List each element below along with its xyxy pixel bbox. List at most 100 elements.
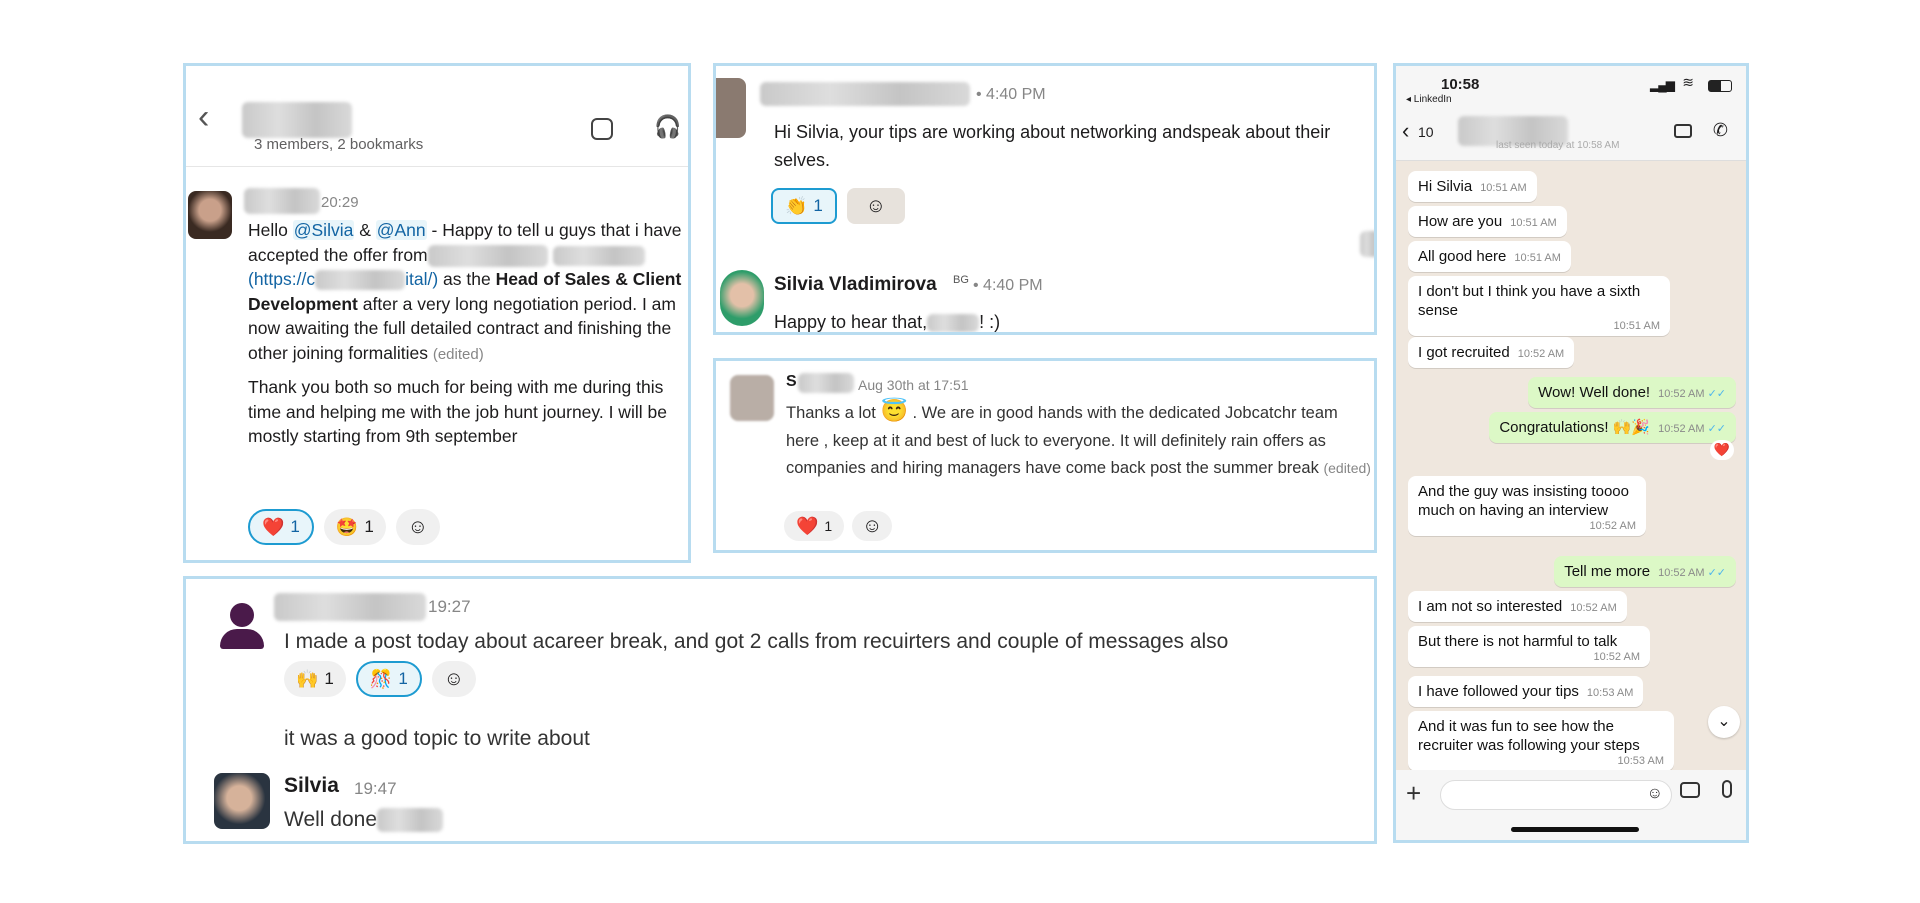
reaction-clap[interactable]: 👏 1	[771, 188, 837, 224]
header-subtitle: 3 members, 2 bookmarks	[254, 136, 424, 153]
chat-message[interactable]: And it was fun to see how the recruiter …	[1408, 711, 1674, 771]
user-silhouette-body	[220, 629, 264, 649]
sender-name[interactable]: Silvia	[284, 774, 339, 798]
reaction-star-struck[interactable]: 🤩 1	[323, 509, 386, 545]
message-text: And the guy was insisting toooo much on …	[1418, 483, 1629, 519]
reaction-heart[interactable]: ❤️ 1	[784, 511, 845, 541]
redacted-sender-name	[798, 373, 854, 393]
confetti-icon: 🎊	[369, 668, 393, 689]
chat-message[interactable]: All good here 10:51 AM	[1408, 241, 1571, 272]
message-text-2: it was a good topic to write about	[284, 727, 590, 750]
camera-icon[interactable]	[1680, 782, 1700, 798]
add-reaction-icon[interactable]: ☺	[852, 511, 893, 541]
add-reaction-icon[interactable]: ☺	[846, 188, 905, 224]
reply-text: Happy to hear that, ! :)	[774, 312, 1001, 332]
reaction-count: 1	[398, 669, 408, 688]
message-time: • 4:40 PM	[976, 86, 1046, 103]
redacted-company-2	[552, 245, 645, 266]
chat-message[interactable]: I have followed your tips 10:53 AM	[1408, 676, 1644, 707]
add-reaction-icon[interactable]: ☺	[395, 509, 440, 545]
message-time: 10:52 AM	[1589, 520, 1636, 532]
canvas-icon[interactable]	[591, 118, 613, 140]
reaction-heart[interactable]: ❤️ 1	[248, 509, 314, 545]
sticker-icon[interactable]: ☺	[1647, 785, 1663, 803]
message-text: I am not so interested	[1418, 598, 1563, 615]
chat-message-outgoing[interactable]: Congratulations! 🙌🎉 10:52 AM ✓✓	[1489, 412, 1736, 443]
plus-icon[interactable]: +	[1406, 778, 1421, 809]
status-bar: 10:58 ◂ LinkedIn ▂▄▆ ≋	[1396, 66, 1746, 110]
scroll-down-icon[interactable]: ⌄	[1708, 706, 1740, 738]
redacted-channel-name	[242, 102, 352, 138]
message-text: I got recruited	[1418, 344, 1510, 361]
message-time: 10:52 AM	[1658, 388, 1705, 400]
message-text: Hi Silvia, your tips are working about n…	[774, 122, 1331, 170]
message-text: Wow! Well done!	[1538, 384, 1651, 401]
clock: 10:58	[1441, 76, 1480, 93]
message-time: 10:52 AM	[1517, 348, 1565, 360]
slack-channel-panel: 19:27 I made a post today about acareer …	[183, 576, 1377, 844]
add-reaction-icon[interactable]: ☺	[431, 661, 476, 697]
chat-message[interactable]: But there is not harmful to talk 10:52 AM	[1408, 626, 1650, 667]
headphones-icon[interactable]: 🎧	[654, 114, 681, 140]
message-text: Hi Silvia	[1418, 178, 1473, 195]
chat-message[interactable]: I don't but I think you have a sixth sen…	[1408, 276, 1670, 336]
reaction-bar: 🙌 1 🎊 1 ☺	[284, 661, 476, 697]
text-as-the: as the	[438, 269, 496, 289]
reaction-count: 1	[824, 518, 833, 534]
reply-text-b: ! :)	[979, 312, 1001, 332]
message-time: 10:51 AM	[1613, 320, 1660, 332]
text-hello: Hello	[248, 220, 293, 240]
chat-message[interactable]: Hi Silvia 10:51 AM	[1408, 171, 1537, 202]
phone-call-icon[interactable]: ✆	[1713, 120, 1728, 141]
reaction-raised-hands[interactable]: 🙌 1	[284, 661, 346, 697]
text-part-a: Thanks a lot	[786, 404, 876, 422]
message-text: All good here	[1418, 248, 1507, 265]
message-input[interactable]: ☺	[1440, 780, 1672, 810]
chat-message-outgoing[interactable]: Tell me more 10:52 AM ✓✓	[1554, 556, 1736, 587]
chat-header: ‹ 10 last seen today at 10:58 AM ✆	[1396, 110, 1746, 161]
message-text-3: Well done	[284, 808, 444, 833]
message-time: 19:47	[354, 779, 397, 798]
chat-message[interactable]: How are you 10:51 AM	[1408, 206, 1567, 237]
message-time: 10:53 AM	[1586, 687, 1634, 699]
double-tick-icon: ✓✓	[1707, 423, 1726, 435]
reply-text-a: Happy to hear that,	[774, 312, 928, 332]
message-time: 10:52 AM	[1658, 567, 1705, 579]
silvia-avatar[interactable]	[214, 773, 270, 829]
message-time: 20:29	[321, 194, 359, 211]
reaction-confetti[interactable]: 🎊 1	[355, 661, 422, 697]
sender-avatar[interactable]	[716, 78, 746, 138]
last-seen: last seen today at 10:58 AM	[1496, 140, 1620, 151]
mention-ann[interactable]: @Ann	[375, 220, 427, 240]
company-link[interactable]: (https://c	[248, 269, 315, 289]
video-call-icon[interactable]	[1674, 124, 1692, 138]
back-chevron-icon[interactable]: ‹	[1402, 118, 1409, 144]
microphone-icon[interactable]	[1722, 780, 1732, 798]
unread-count[interactable]: 10	[1418, 124, 1434, 140]
company-link-end[interactable]: ital/)	[405, 269, 438, 289]
chat-message-outgoing[interactable]: Wow! Well done! 10:52 AM ✓✓	[1528, 377, 1736, 408]
message-time: 10:51 AM	[1480, 182, 1527, 194]
mention-silvia[interactable]: @Silvia	[292, 220, 355, 240]
double-tick-icon: ✓✓	[1707, 567, 1726, 579]
slack-dm-panel: ‹ 3 members, 2 bookmarks 🎧 20:29 Hello @…	[183, 63, 691, 563]
back-to-app[interactable]: ◂ LinkedIn	[1406, 94, 1452, 105]
slack-message-panel: S Aug 30th at 17:51 Thanks a lot 😇 . We …	[713, 358, 1377, 553]
chat-message[interactable]: And the guy was insisting toooo much on …	[1408, 476, 1646, 536]
sender-name[interactable]: Silvia Vladimirova	[774, 274, 937, 296]
chat-message[interactable]: I got recruited 10:52 AM	[1408, 337, 1575, 368]
message-time: 10:51 AM	[1510, 217, 1557, 229]
back-chevron-icon[interactable]: ‹	[198, 98, 209, 137]
chat-message[interactable]: I am not so interested 10:52 AM	[1408, 591, 1627, 622]
sender-avatar[interactable]	[730, 375, 774, 421]
raised-hands-icon: 🙌	[296, 668, 319, 689]
silvia-avatar[interactable]	[720, 270, 764, 326]
sender-avatar-placeholder[interactable]	[214, 599, 270, 655]
message-time: 10:52 AM	[1570, 602, 1617, 614]
message-text: But there is not harmful to talk	[1418, 633, 1618, 650]
message-time: 10:51 AM	[1514, 252, 1561, 264]
reaction-count: 1	[813, 196, 823, 215]
star-struck-icon: 🤩	[335, 516, 359, 537]
sender-avatar[interactable]	[188, 191, 232, 239]
chat-area[interactable]: Hi Silvia 10:51 AM How are you 10:51 AM Al…	[1396, 161, 1746, 771]
